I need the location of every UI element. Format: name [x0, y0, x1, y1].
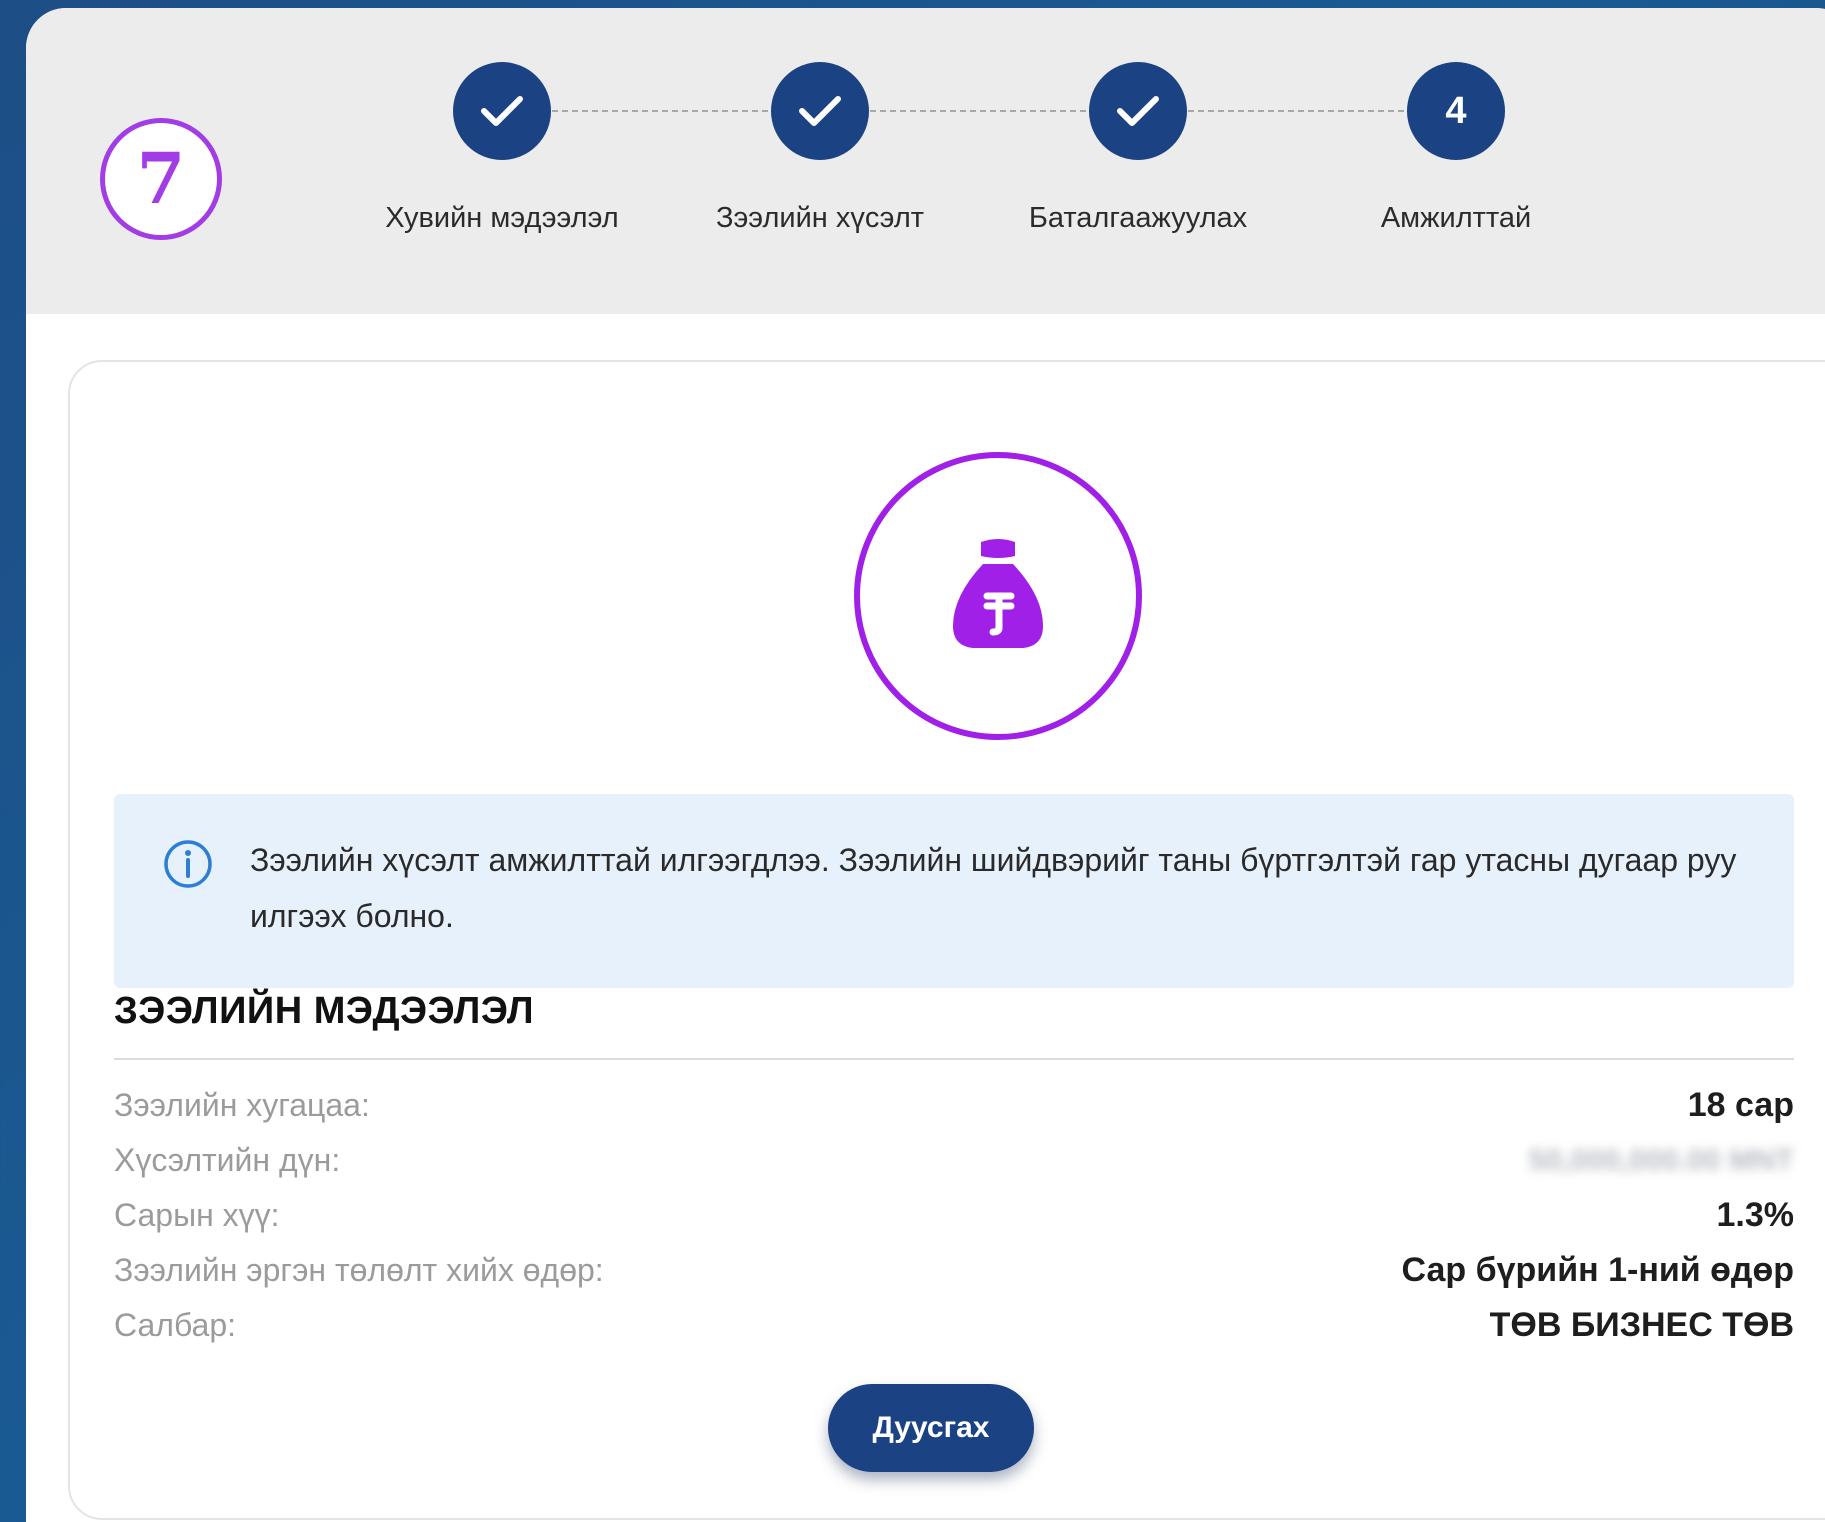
detail-value: 1.3% — [1716, 1196, 1795, 1234]
step-label: Баталгаажуулах — [1028, 202, 1248, 234]
section-divider — [114, 1058, 1794, 1060]
detail-key: Хүсэлтийн дүн: — [114, 1142, 341, 1178]
step-confirmation: Баталгаажуулах — [978, 62, 1298, 235]
step-done-circle — [1089, 62, 1187, 160]
step-done-circle — [453, 62, 551, 160]
detail-key: Зээлийн хугацаа: — [114, 1087, 370, 1123]
detail-key: Сарын хүү: — [114, 1197, 280, 1233]
detail-row-repayment-day: Зээлийн эргэн төлөлт хийх өдөр: Сар бүри… — [114, 1243, 1794, 1298]
check-icon — [481, 96, 523, 126]
step-done-circle — [771, 62, 869, 160]
check-icon — [799, 96, 841, 126]
step-label: Амжилттай — [1380, 202, 1532, 234]
section-title: ЗЭЭЛИЙН МЭДЭЭЛЭЛ — [114, 990, 535, 1032]
step-personal-info: Хувийн мэдээлэл — [342, 62, 662, 235]
info-icon — [164, 840, 212, 888]
detail-value: ТӨВ БИЗНЕС ТӨВ — [1489, 1306, 1794, 1344]
success-notice: Зээлийн хүсэлт амжилттай илгээгдлээ. Зээ… — [114, 794, 1794, 988]
loan-details-list: Зээлийн хугацаа: 18 сар Хүсэлтийн дүн: 5… — [114, 1078, 1794, 1353]
progress-stepper: 7 Хувийн мэдээлэл Зээлийн хүсэлт Баталга… — [26, 8, 1825, 314]
loan-application-window: 7 Хувийн мэдээлэл Зээлийн хүсэлт Баталга… — [26, 8, 1825, 1522]
detail-row-term: Зээлийн хугацаа: 18 сар — [114, 1078, 1794, 1133]
step-label: Хувийн мэдээлэл — [385, 202, 619, 234]
notice-message: Зээлийн хүсэлт амжилттай илгээгдлээ. Зээ… — [250, 842, 1737, 934]
step-label: Зээлийн хүсэлт — [715, 202, 925, 234]
detail-value: Сар бүрийн 1-ний өдөр — [1401, 1251, 1794, 1289]
check-icon — [1117, 96, 1159, 126]
step-loan-request: Зээлийн хүсэлт — [660, 62, 980, 235]
detail-value: 18 сар — [1687, 1086, 1794, 1124]
money-bag-icon — [953, 539, 1043, 648]
step-current-circle: 4 — [1407, 62, 1505, 160]
step-number-badge: 7 — [100, 118, 222, 240]
detail-row-interest: Сарын хүү: 1.3% — [114, 1188, 1794, 1243]
detail-key: Зээлийн эргэн төлөлт хийх өдөр: — [114, 1252, 604, 1288]
finish-button[interactable]: Дуусгах — [828, 1384, 1034, 1472]
money-bag-ring — [854, 452, 1142, 740]
result-card: Зээлийн хүсэлт амжилттай илгээгдлээ. Зээ… — [68, 360, 1825, 1520]
step-success: 4 Амжилттай — [1296, 62, 1616, 235]
detail-row-branch: Салбар: ТӨВ БИЗНЕС ТӨВ — [114, 1298, 1794, 1353]
detail-row-amount: Хүсэлтийн дүн: 50,000,000.00 MNT — [114, 1133, 1794, 1188]
detail-value-blurred: 50,000,000.00 MNT — [1528, 1143, 1794, 1177]
detail-key: Салбар: — [114, 1307, 237, 1343]
